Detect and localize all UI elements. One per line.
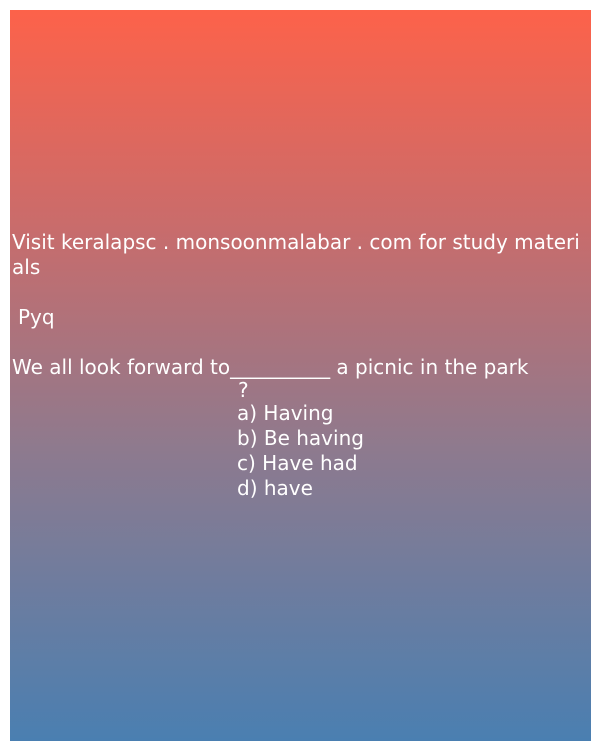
option-b: b) Be having	[237, 426, 364, 450]
option-a: a) Having	[237, 401, 334, 425]
options-list: a) Having b) Be having c) Have had d) ha…	[237, 401, 364, 501]
question-mark: ?	[238, 378, 249, 402]
option-d: d) have	[237, 476, 313, 500]
option-c: c) Have had	[237, 451, 358, 475]
question-text: We all look forward to__________ a picni…	[12, 355, 529, 379]
question-card: Visit keralapsc . monsoonmalabar . com f…	[10, 10, 591, 741]
tag-label: Pyq	[18, 305, 55, 329]
promo-text: Visit keralapsc . monsoonmalabar . com f…	[12, 230, 580, 279]
